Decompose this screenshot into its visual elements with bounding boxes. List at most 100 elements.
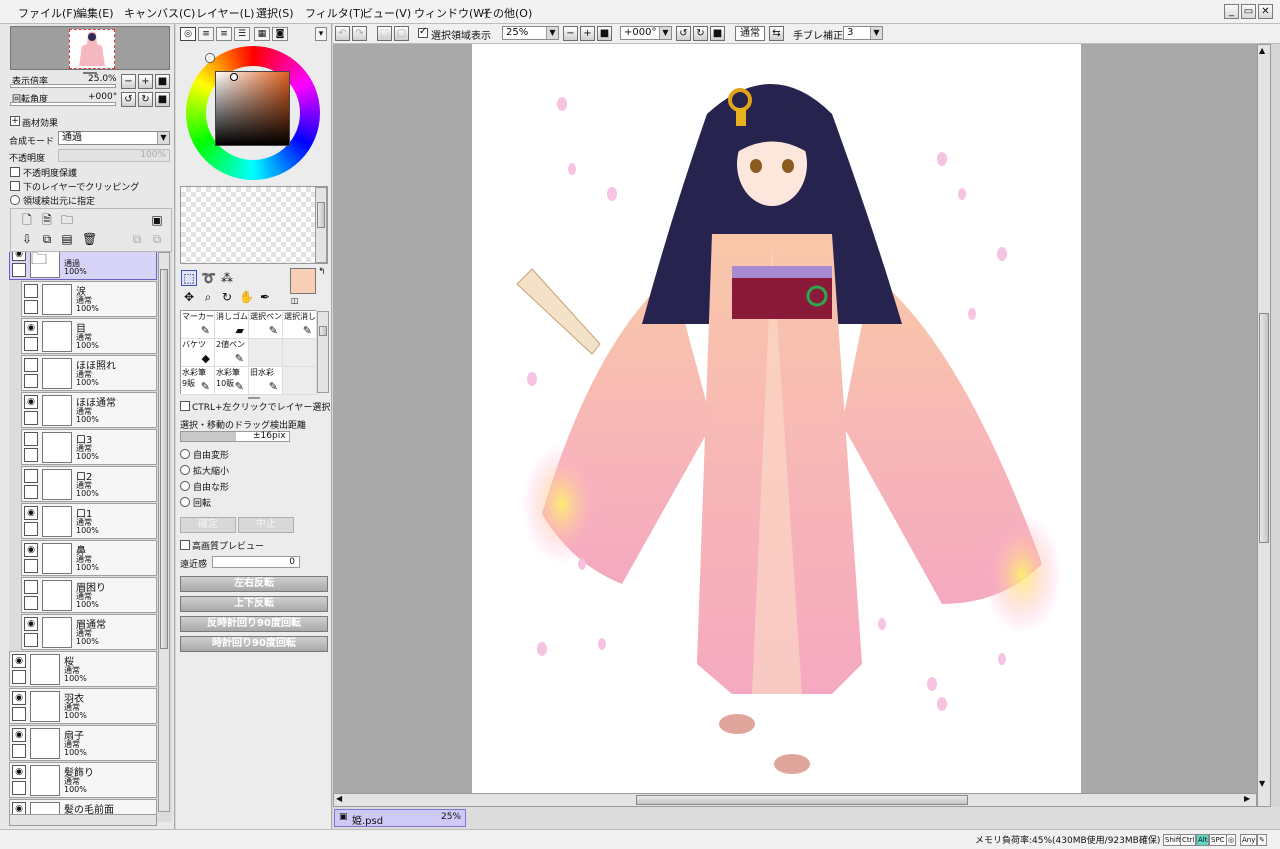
zoom-slider[interactable]	[10, 84, 116, 88]
layer-row[interactable]: ◉ 扇子 通常 100%	[9, 725, 157, 761]
zoom-reset-toolbar-button[interactable]: ■	[597, 26, 612, 41]
canvas-document[interactable]	[472, 44, 1081, 793]
eyedropper-icon[interactable]: ✒	[257, 289, 273, 305]
clip-below-checkbox[interactable]	[10, 181, 20, 191]
hidden-eye-icon[interactable]	[24, 432, 38, 446]
canvas-viewport[interactable]	[333, 44, 1257, 793]
saturation-value-square[interactable]	[215, 71, 290, 146]
eye-icon[interactable]: ◉	[24, 506, 38, 520]
layer-lock-toggle[interactable]	[24, 522, 38, 536]
confirm-button[interactable]: 確定	[180, 517, 236, 533]
empty-brush-slot[interactable]	[283, 367, 317, 395]
layer-list-scroll-thumb[interactable]	[160, 269, 168, 649]
layer-row[interactable]: ◉ 髪飾り 通常 100%	[9, 762, 157, 798]
layer-list-scrollbar[interactable]	[158, 252, 170, 812]
hidden-eye-icon[interactable]	[24, 358, 38, 372]
color-mix-tab-icon[interactable]: ☰	[234, 27, 250, 41]
clear-layer-icon[interactable]: ▤	[59, 231, 75, 247]
zoom-in-button[interactable]: +	[138, 74, 153, 89]
merge-visible-icon[interactable]: ⧉	[149, 231, 165, 247]
menu-layer[interactable]: レイヤー(L)	[196, 5, 254, 21]
deselect-icon[interactable]: ⬚	[377, 26, 392, 41]
color-wheel-tab-icon[interactable]: ◎	[180, 27, 196, 41]
zoom-out-toolbar-button[interactable]: −	[563, 26, 578, 41]
zoom-out-button[interactable]: −	[121, 74, 136, 89]
angle-select[interactable]: +000° ▼	[620, 26, 672, 40]
layer-lock-toggle[interactable]	[12, 263, 26, 277]
stabilizer-select[interactable]: 3 ▼	[843, 26, 883, 40]
layer-lock-toggle[interactable]	[12, 781, 26, 795]
menu-view[interactable]: ビュー(V)	[362, 5, 411, 21]
scroll-up-icon[interactable]: ▲	[1259, 46, 1265, 55]
layer-lock-toggle[interactable]	[24, 485, 38, 499]
layer-row[interactable]: 口3 通常 100%	[21, 429, 157, 465]
merge-selected-icon[interactable]: ⧉	[129, 231, 145, 247]
display-mode-button[interactable]: 通常	[735, 26, 765, 41]
eye-icon[interactable]: ◉	[12, 654, 26, 668]
magic-wand-icon[interactable]: ⁂	[219, 270, 235, 286]
document-tab[interactable]: ▣ 姫.psd 25%	[334, 809, 466, 827]
eye-icon[interactable]: ◉	[24, 617, 38, 631]
layer-row[interactable]: ほほ照れ 通常 100%	[21, 355, 157, 391]
zoom-reset-button[interactable]: ■	[155, 74, 170, 89]
layer-row[interactable]: ◉ 鼻通常 100%	[21, 540, 157, 576]
invert-selection-icon[interactable]: ▢	[394, 26, 409, 41]
layer-row[interactable]: 眉困り 通常 100%	[21, 577, 157, 613]
primary-color-swatch[interactable]	[290, 268, 316, 294]
navigator-preview[interactable]	[10, 26, 170, 70]
menu-filter[interactable]: フィルタ(T)	[305, 5, 364, 21]
show-selection-checkbox[interactable]	[418, 26, 428, 38]
eye-icon[interactable]: ◉	[12, 252, 26, 261]
eye-icon[interactable]: ◉	[12, 765, 26, 779]
canvas-vertical-scrollbar[interactable]: ▲ ▼	[1257, 44, 1271, 807]
menu-edit[interactable]: 編集(E)	[76, 5, 114, 21]
menu-other[interactable]: その他(O)	[482, 5, 532, 21]
scratchpad[interactable]	[180, 186, 328, 264]
new-linework-icon[interactable]: 🗎	[39, 212, 55, 228]
rotate-cw-toolbar-icon[interactable]: ↻	[693, 26, 708, 41]
blend-mode-select[interactable]: 通過 ▼	[58, 131, 170, 145]
zoom-icon[interactable]: ⌕	[200, 289, 216, 305]
hq-preview-checkbox[interactable]	[180, 540, 190, 550]
redo-icon[interactable]: ↷	[352, 26, 367, 41]
brush-slot[interactable]: マーカー ✎	[181, 311, 215, 339]
layer-lock-toggle[interactable]	[24, 374, 38, 388]
eye-icon[interactable]: ◉	[24, 543, 38, 557]
scroll-down-icon[interactable]: ▼	[1259, 779, 1265, 788]
layer-lock-toggle[interactable]	[12, 670, 26, 684]
user-swatch-tab-icon[interactable]: ◙	[272, 27, 288, 41]
layer-lock-toggle[interactable]	[12, 707, 26, 721]
layer-row[interactable]: ◉ ほほ通常 通常 100%	[21, 392, 157, 428]
new-folder-icon[interactable]: 🗀	[59, 212, 75, 228]
rotate-ccw-90-button[interactable]: 反時計回り90度回転	[180, 616, 328, 632]
layer-row[interactable]: ◉ 桜通常 100%	[9, 651, 157, 687]
layer-lock-toggle[interactable]	[24, 633, 38, 647]
protect-opacity-checkbox[interactable]	[10, 167, 20, 177]
rotate-icon[interactable]: ↻	[219, 289, 235, 305]
layer-list-hscrollbar[interactable]	[9, 814, 157, 826]
rotate-reset-toolbar-icon[interactable]: ■	[710, 26, 725, 41]
scale-radio[interactable]	[180, 465, 190, 475]
rotate-ccw-toolbar-icon[interactable]: ↺	[676, 26, 691, 41]
rotate-cw-90-button[interactable]: 時計回り90度回転	[180, 636, 328, 652]
opacity-slider[interactable]: 100%	[58, 149, 170, 162]
layer-lock-toggle[interactable]	[24, 596, 38, 610]
canvas-vscroll-thumb[interactable]	[1259, 313, 1269, 543]
eye-icon[interactable]: ◉	[24, 395, 38, 409]
menu-window[interactable]: ウィンドウ(W)	[414, 5, 488, 21]
eye-icon[interactable]: ◉	[12, 691, 26, 705]
zoom-in-toolbar-button[interactable]: +	[580, 26, 595, 41]
scroll-left-icon[interactable]: ◀	[336, 794, 342, 803]
lasso-icon[interactable]: ➰	[200, 270, 216, 286]
hidden-eye-icon[interactable]	[24, 469, 38, 483]
layer-lock-toggle[interactable]	[12, 744, 26, 758]
empty-brush-slot[interactable]	[283, 339, 317, 367]
expand-icon[interactable]: +	[10, 116, 20, 126]
layer-row[interactable]: ◉ 口1 通常 100%	[21, 503, 157, 539]
new-layer-icon[interactable]: 🗋	[19, 212, 35, 228]
layer-row[interactable]: 涙通常 100%	[21, 281, 157, 317]
cancel-button[interactable]: 中止	[238, 517, 294, 533]
layer-row[interactable]: ◉ 眉通常 通常 100%	[21, 614, 157, 650]
layer-row[interactable]: ◉ 🗀 通過 100%	[9, 252, 157, 280]
scratchpad-scrollbar[interactable]	[315, 187, 327, 263]
